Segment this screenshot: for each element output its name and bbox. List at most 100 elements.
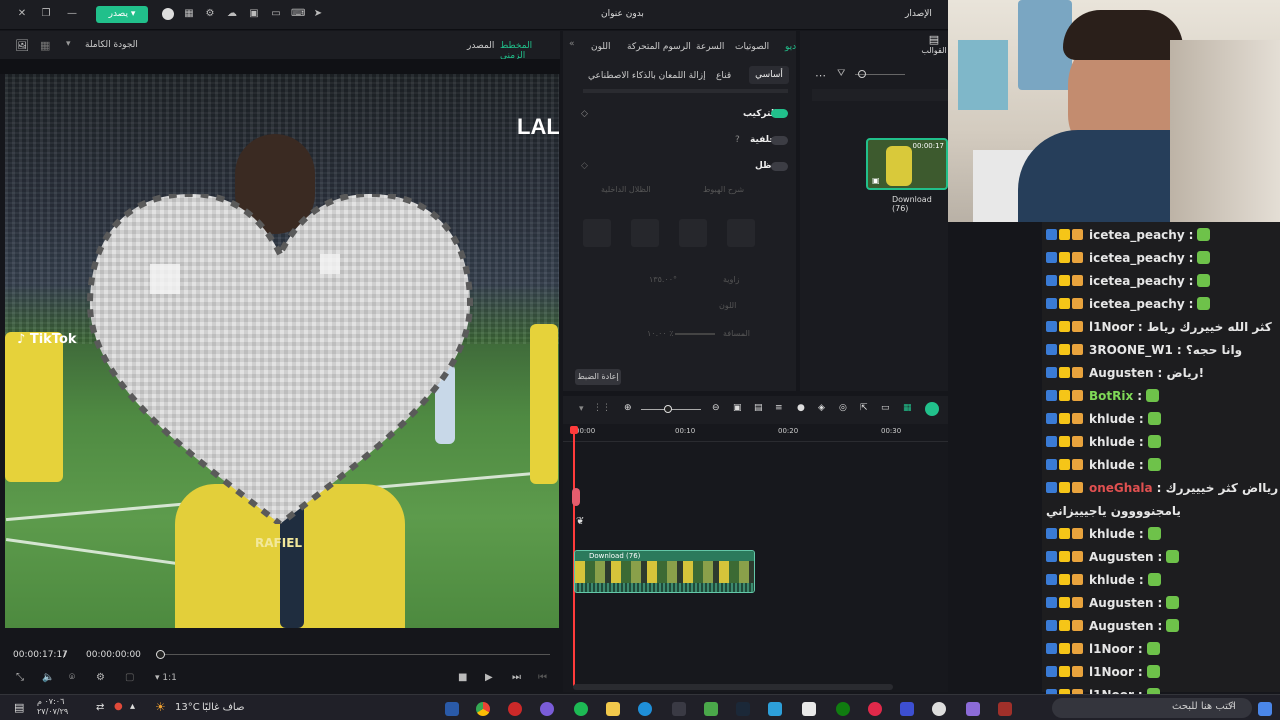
terminal-icon[interactable] (672, 702, 686, 716)
collapse-icon[interactable]: « (569, 39, 575, 49)
tab-source[interactable]: المصدر (467, 41, 494, 51)
angle-value[interactable]: ١٣٥.٠٠° (649, 275, 677, 284)
chat-username[interactable]: khlude (1089, 435, 1135, 449)
filter-icon[interactable]: ⛛ (837, 68, 845, 79)
camera-icon[interactable]: ⌾ (69, 672, 75, 683)
start-icon[interactable] (1258, 702, 1272, 716)
chat-username[interactable]: l1Noor (1089, 320, 1134, 334)
chat-message[interactable]: icetea_peachy: (1046, 247, 1278, 268)
chat-message[interactable]: Augusten: رياض! (1046, 362, 1278, 383)
chat-message[interactable]: يامجنوووون ياجيييزاني (1046, 500, 1278, 521)
app-icon-dark-red[interactable] (998, 702, 1012, 716)
weather-temp[interactable]: 13°C (175, 702, 200, 713)
save-icon[interactable]: ▣ (248, 8, 260, 20)
scrub-handle[interactable] (156, 650, 165, 659)
export-button[interactable]: يصدر ▾ (96, 6, 148, 23)
timeline-ruler[interactable]: 00:00 00:10 00:20 00:30 (563, 424, 948, 442)
chat-username[interactable]: Augusten (1089, 596, 1154, 610)
chrome-icon[interactable] (476, 702, 490, 716)
grid-view-icon[interactable]: ▦ (40, 39, 50, 52)
scrub-track[interactable] (160, 654, 550, 655)
drag-handle-icon[interactable]: ⋮⋮ (593, 403, 611, 413)
video-clip[interactable]: Download (76) (574, 550, 755, 593)
chat-message[interactable]: BotRix: (1046, 385, 1278, 406)
subtab-mask[interactable]: قناع (716, 71, 731, 81)
keyframe-icon[interactable]: ◇ (581, 109, 588, 119)
app-icon-blue[interactable] (768, 702, 782, 716)
chat-message[interactable]: khlude: (1046, 408, 1278, 429)
fullscreen-icon[interactable]: ⤡ (16, 672, 24, 683)
chat-username[interactable]: oneGhala (1089, 481, 1153, 495)
edge-icon[interactable] (638, 702, 652, 716)
shadow-preset[interactable] (631, 219, 659, 247)
audio-clip-icon[interactable]: ❦ (576, 516, 584, 527)
app-icon-purple[interactable] (540, 702, 554, 716)
taskbar-search[interactable]: اكتب هنا للبحث ⌕ (1052, 698, 1252, 718)
shadow-preset[interactable] (679, 219, 707, 247)
chat-username[interactable]: Augusten (1089, 550, 1154, 564)
chat-message[interactable]: 3ROONE_W1: وانا حجه؟ (1046, 339, 1278, 360)
chat-message[interactable]: icetea_peachy: (1046, 224, 1278, 245)
marker-icon[interactable] (572, 488, 580, 506)
chat-message[interactable]: icetea_peachy: (1046, 270, 1278, 291)
grid-icon[interactable]: ▦ (183, 8, 195, 20)
tray-arrow-icon[interactable]: ▴ (130, 701, 135, 712)
window-restore-icon[interactable]: ❐ (40, 8, 52, 20)
settings-icon[interactable]: ⚙ (96, 672, 105, 683)
zoom-in-icon[interactable]: ⊕ (624, 403, 632, 413)
app-icon-red[interactable] (508, 702, 522, 716)
minecraft-icon[interactable] (704, 702, 718, 716)
composition-toggle[interactable] (771, 109, 788, 118)
layout-icon[interactable]: ▭ (270, 8, 282, 20)
tab-speed[interactable]: السرعة (696, 42, 724, 52)
shadow-preset[interactable] (727, 219, 755, 247)
account-icon[interactable] (162, 8, 174, 20)
playhead-handle[interactable] (570, 426, 578, 434)
chat-message[interactable]: khlude: (1046, 523, 1278, 544)
keyframe-icon[interactable]: ◇ (581, 161, 588, 171)
version-menu[interactable]: الإصدار (905, 9, 932, 19)
chat-username[interactable]: icetea_peachy (1089, 228, 1185, 242)
quality-label[interactable]: الجودة الكاملة (85, 40, 138, 50)
chat-username[interactable]: 3ROONE_W1 (1089, 343, 1173, 357)
chat-message[interactable]: Augusten: (1046, 615, 1278, 636)
snapshot-icon[interactable]: ▤ (754, 403, 763, 413)
timeline-scrollbar[interactable] (573, 684, 893, 690)
timeline-zoom-handle[interactable] (664, 405, 672, 413)
notification-icon[interactable]: ▤ (14, 701, 24, 714)
share-icon[interactable]: ➤ (312, 8, 324, 20)
copilot-icon[interactable] (966, 702, 980, 716)
cloud-icon[interactable]: ☁ (226, 8, 238, 20)
quality-dropdown-icon[interactable]: ▾ (66, 39, 71, 49)
prev-frame-icon[interactable]: ⏮ (538, 672, 547, 683)
subtab-basic[interactable]: أساسي (749, 66, 789, 84)
store-icon[interactable] (802, 702, 816, 716)
settings-icon[interactable]: ⚙ (204, 8, 216, 20)
render-icon[interactable] (925, 402, 939, 416)
chat-username[interactable]: l1Noor (1089, 642, 1134, 656)
tab-video[interactable]: ديو (785, 42, 796, 52)
chat-username[interactable]: khlude (1089, 573, 1135, 587)
window-minimize-icon[interactable]: — (66, 8, 78, 20)
shadow-toggle[interactable] (771, 162, 788, 171)
clock[interactable]: ٠٧:٠٦ م ٢٧/٠٧/٢٩ (37, 697, 68, 717)
shadow-preset[interactable] (583, 219, 611, 247)
window-close-icon[interactable]: ✕ (16, 8, 28, 20)
chat-message[interactable]: khlude: (1046, 431, 1278, 452)
pixel-heart-sticker[interactable] (80, 194, 480, 524)
security-icon[interactable]: ● (114, 701, 123, 712)
volume-icon[interactable]: 🔈 (42, 672, 54, 683)
tab-audio[interactable]: الصوتيات (735, 42, 769, 52)
chat-username[interactable]: icetea_peachy (1089, 297, 1185, 311)
video-preview[interactable]: LAL RAFIEL ♪ TikTok (5, 74, 559, 628)
chat-username[interactable]: icetea_peachy (1089, 251, 1185, 265)
crop-icon[interactable]: ▭ (881, 403, 890, 413)
chat-message[interactable]: khlude: (1046, 569, 1278, 590)
speed-icon[interactable]: ◎ (839, 403, 847, 413)
chat-message[interactable]: icetea_peachy: (1046, 293, 1278, 314)
crop-icon[interactable]: ▢ (125, 672, 134, 683)
tab-color[interactable]: اللون (591, 42, 610, 52)
weather-text[interactable]: صاف غالبًا (202, 702, 244, 713)
zoom-handle[interactable] (858, 70, 866, 78)
dropdown-icon[interactable]: ▾ (579, 404, 584, 414)
